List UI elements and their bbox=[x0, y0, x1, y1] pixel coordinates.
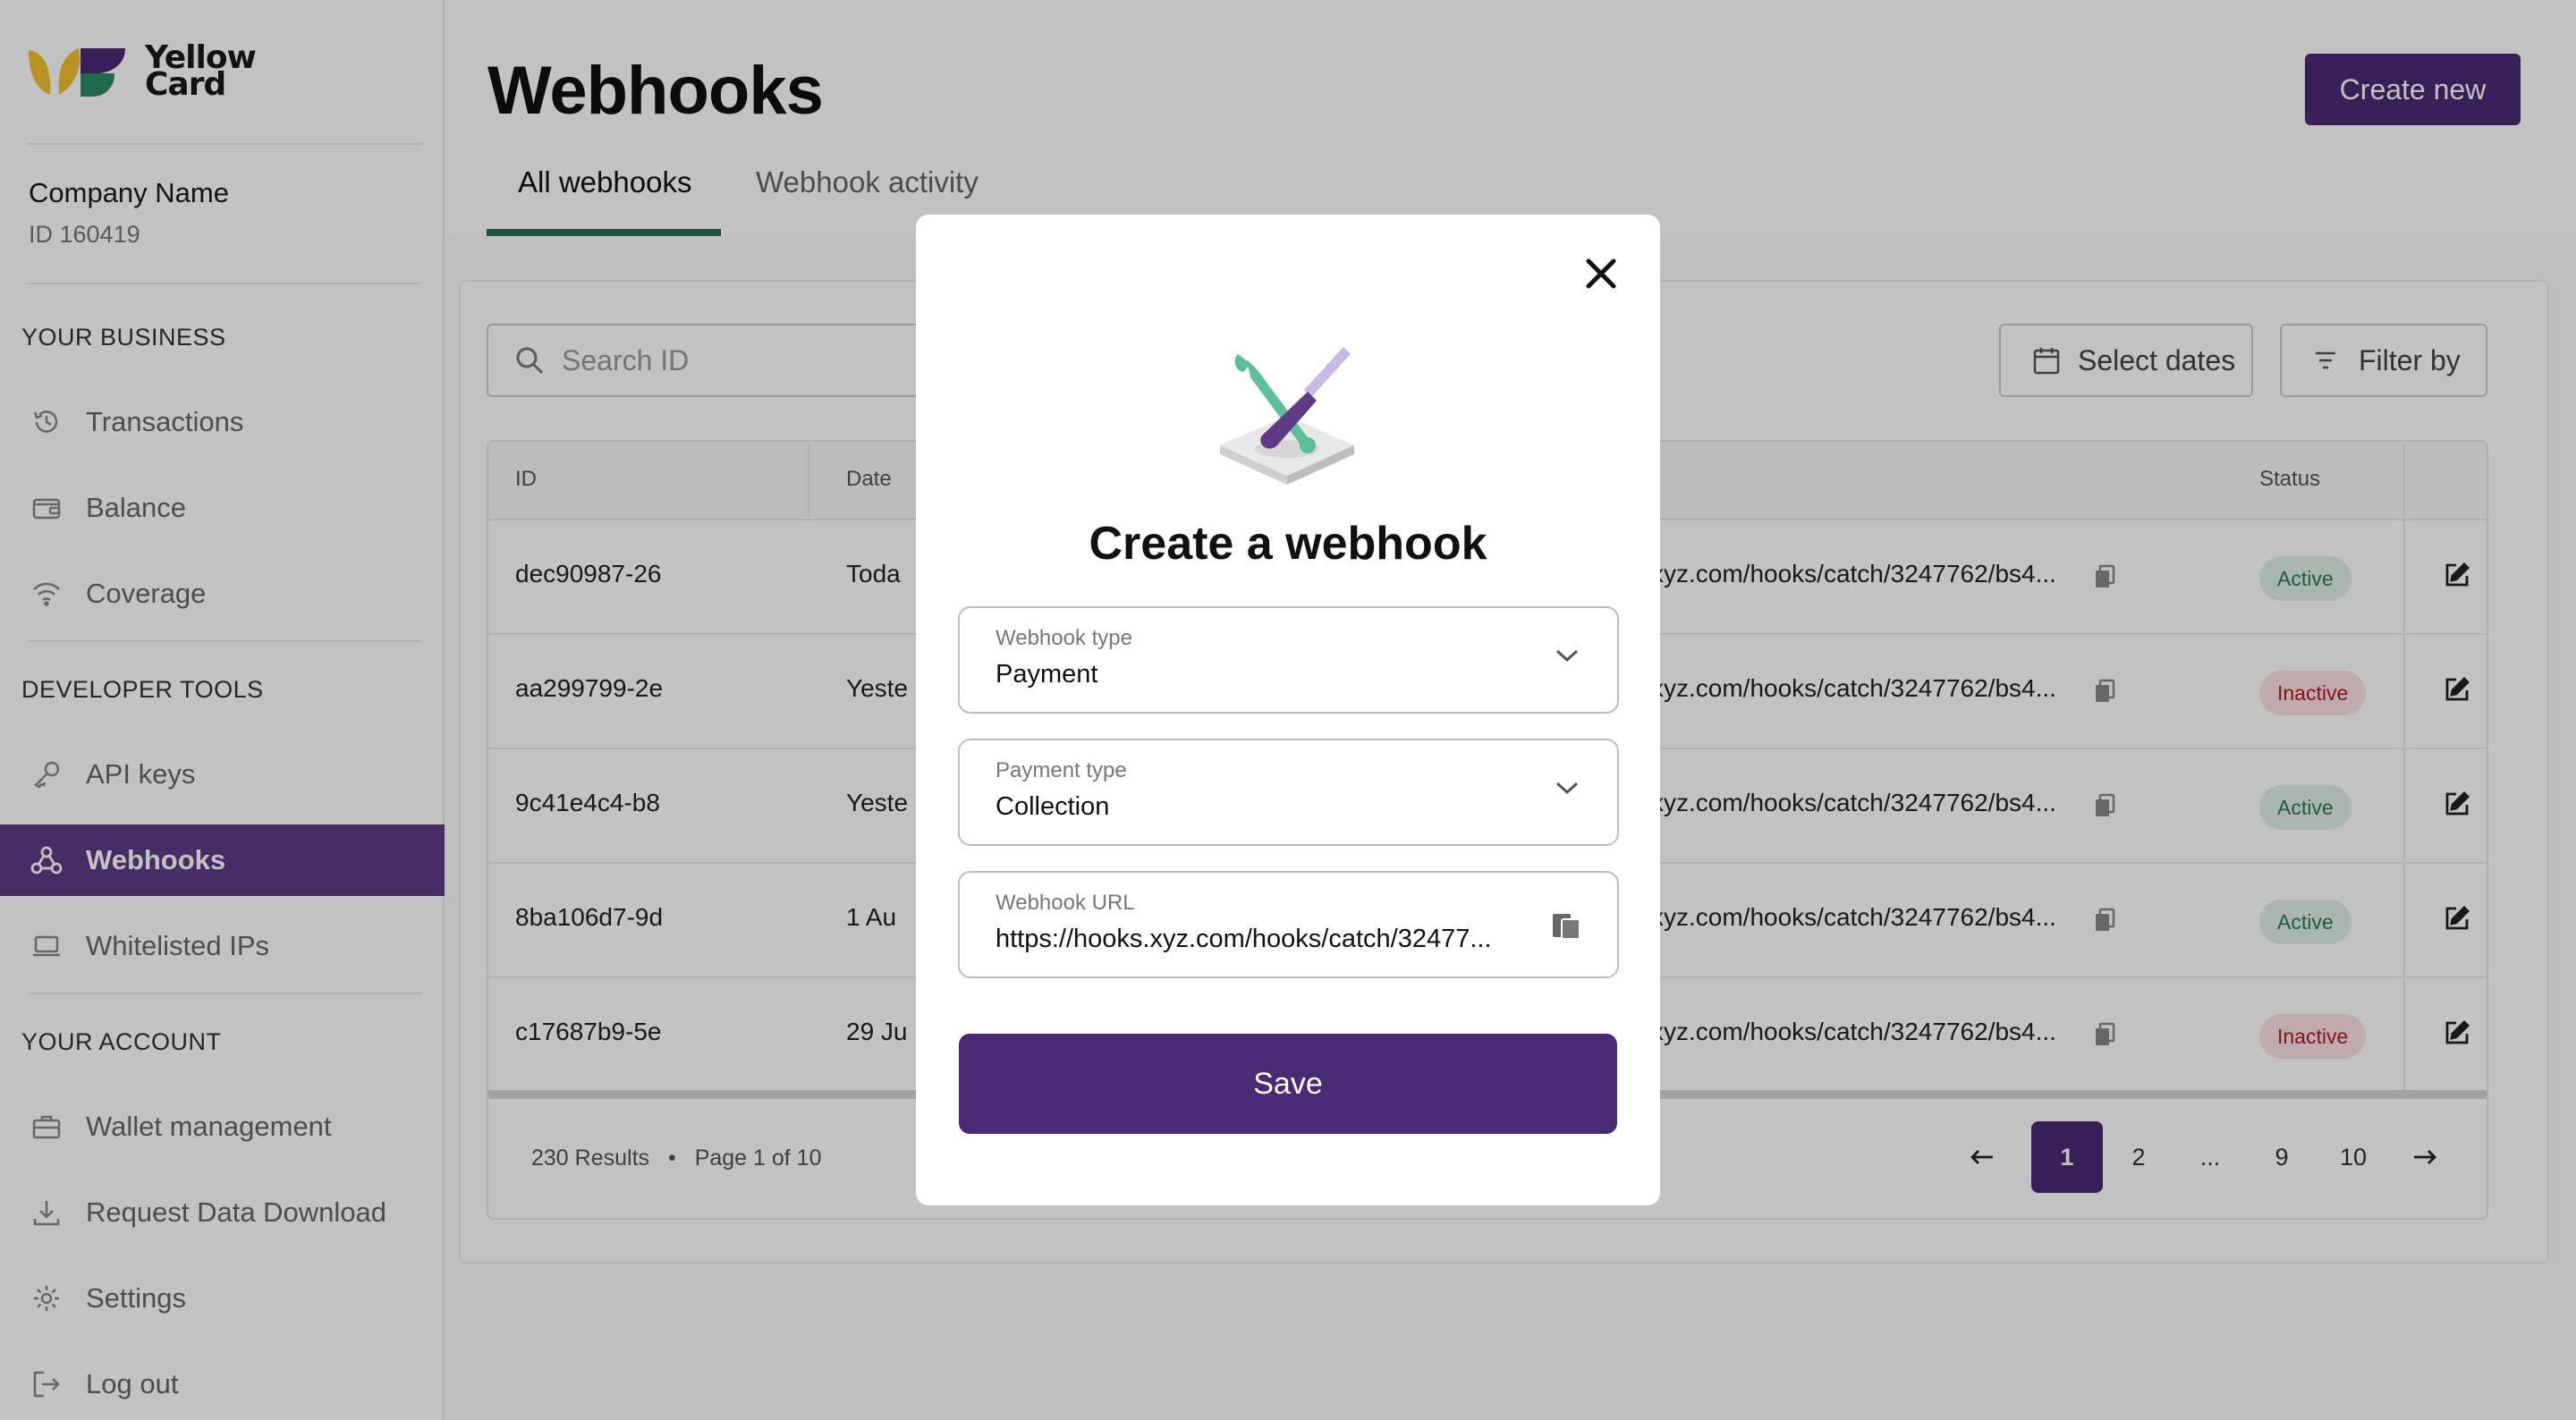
field-label: Webhook type bbox=[996, 626, 1132, 650]
field-value: Payment bbox=[996, 660, 1098, 689]
field-value: https://hooks.xyz.com/hooks/catch/32477.… bbox=[996, 925, 1492, 953]
close-icon bbox=[1586, 258, 1616, 289]
webhook-url-field[interactable]: Webhook URL https://hooks.xyz.com/hooks/… bbox=[958, 871, 1619, 978]
modal-title: Create a webhook bbox=[1089, 518, 1487, 570]
field-value: Collection bbox=[996, 792, 1110, 821]
close-button[interactable] bbox=[1578, 250, 1624, 297]
field-label: Payment type bbox=[996, 758, 1127, 782]
create-webhook-modal: Create a webhook Webhook type Payment Pa… bbox=[916, 215, 1660, 1205]
payment-type-select[interactable]: Payment type Collection bbox=[958, 739, 1619, 846]
clipboard-icon[interactable] bbox=[1551, 909, 1581, 945]
field-label: Webhook URL bbox=[996, 891, 1135, 915]
tools-illustration-icon bbox=[1211, 340, 1363, 496]
chevron-down-icon bbox=[1555, 780, 1580, 800]
webhook-type-select[interactable]: Webhook type Payment bbox=[958, 606, 1619, 714]
chevron-down-icon bbox=[1555, 647, 1580, 668]
save-button[interactable]: Save bbox=[959, 1034, 1617, 1134]
